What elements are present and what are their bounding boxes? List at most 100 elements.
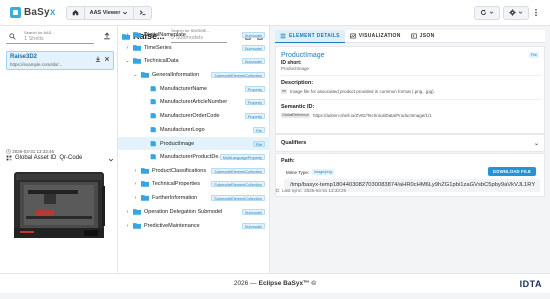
footer-text: 2026 — [233,280,257,287]
tree-row[interactable]: › Operation Delegation Submodel Submodel [118,205,270,218]
basyx-logo: BaSyx [10,7,56,18]
tree-row[interactable]: ManufacturerProductDe... MultiLanguagePro… [118,150,270,163]
tree-row-label: ManufacturerName [160,85,208,92]
chevron-right-icon[interactable]: › [132,168,139,174]
tree-row[interactable]: ManufacturerOrderCode Property [118,109,270,122]
tree-row[interactable]: › DigitalNameplate Submodel [118,28,270,41]
tree-row[interactable]: ⌄ GeneralInformation SubmodelElementCollec… [118,68,270,81]
tab-element-details[interactable]: ELEMENT DETAILS [275,29,345,43]
tree-row-label: TechnicalProperties [152,180,200,187]
folder-icon [133,32,141,38]
path-label: Path: [281,158,295,164]
submodel-tree-pane: Raise... Search for SM/SME... 5 Submodel… [118,26,270,273]
tree-row[interactable]: ManufacturerName Property [118,82,270,95]
tree-row-label: TechnicalData [144,57,179,64]
tree-row-label: FurtherInformation [152,194,198,201]
sync-icon [275,188,280,193]
chevron-right-icon[interactable]: › [124,45,131,51]
tree-row-label: ManufacturerOrderCode [160,112,220,119]
search-icon [9,33,16,40]
chevron-right-icon[interactable]: › [124,209,131,215]
tree-row-label: ManufacturerArticleNumber [160,98,228,105]
download-file-button[interactable]: DOWNLOAD FILE [488,167,536,176]
detail-tabs: ELEMENT DETAILS VISUALIZATION JSON [275,29,545,43]
aas-item-title: Raise3D2 [10,54,38,60]
aas-sidebar: Search for AAS... 1 Shells Raise3D2 http… [0,26,118,295]
element-icon [150,99,156,105]
folder-icon [133,45,141,51]
clock-icon [6,149,11,155]
tree-row[interactable]: › ProductClassifications SubmodelElementCo… [118,164,270,177]
qualifiers-expander[interactable]: Qualifiers ⌄ [275,134,545,152]
terminal-button[interactable] [133,6,151,19]
visualization-icon [350,33,356,39]
download-icon[interactable] [95,56,101,62]
folder-icon [141,181,149,187]
chevron-down-icon [518,11,523,14]
tree-row[interactable]: › TechnicalProperties SubmodelElementColle… [118,177,270,190]
folder-icon [141,72,149,78]
aas-timestamp: 2026-03-31 13:33:46 [6,149,54,155]
element-icon [150,141,156,147]
element-type-badge: Submodel [241,44,265,51]
aas-viewer-dropdown[interactable]: AAS Viewer [83,6,134,19]
list-icon [280,33,286,38]
element-card: ProductImage File ID short: ProductImage… [275,46,545,134]
tree-row[interactable]: ⌄ TechnicalData Submodel [118,54,270,67]
refresh-button[interactable] [474,5,500,20]
tree-row[interactable]: › TimeSeries Submodel [118,41,270,54]
description-text: Image file for associated product provid… [290,89,435,94]
tab-visualization[interactable]: VISUALIZATION [345,30,406,43]
tree-row-label: TimeSeries [144,44,172,51]
tree-row[interactable]: ManufacturerLogo File [118,123,270,136]
chevron-down-icon[interactable]: ⌄ [132,72,139,78]
element-type-badge: File [252,140,265,147]
element-icon [150,86,156,92]
aas-search-input[interactable]: Search for AAS... 1 Shells [6,30,94,44]
chevron-down-icon[interactable] [108,157,114,163]
description-label: Description: [281,80,314,86]
tree-row-label: ProductImage [160,140,195,147]
aas-search-count: 1 Shells [24,36,44,42]
terminal-icon [140,10,146,16]
tree-row[interactable]: › PredictiveMaintenance Submodel [118,219,270,232]
divider [281,75,541,76]
code-icon [410,33,417,39]
aas-search-label: Search for AAS... [24,30,55,35]
element-type-badge: SubmodelElementCollection [211,180,265,187]
divider [281,99,541,100]
more-menu-button[interactable] [532,6,540,20]
tab-json[interactable]: JSON [406,30,440,43]
aas-list-item-selected[interactable]: Raise3D2 https://example.com/ids/... [6,51,114,70]
folder-icon [141,168,149,174]
upload-icon[interactable] [103,32,111,40]
tree-row[interactable]: ProductImage File [118,137,270,150]
reference-type-badge: GlobalReference [281,113,310,119]
asset-thumbnail [6,166,112,246]
language-badge: en [281,89,287,95]
more-vertical-icon [535,8,537,17]
chevron-right-icon[interactable]: › [132,195,139,201]
global-asset-id[interactable]: Global Asset ID Qr-Code [6,155,82,161]
tree-row-label: ManufacturerProductDe... [160,153,223,160]
last-sync: Last sync: 2026-03-31 13:33:29 [275,188,346,193]
element-icon [150,113,156,119]
chevron-down-icon [123,11,128,14]
element-icon [150,127,156,133]
chevron-right-icon[interactable]: › [132,181,139,187]
settings-button[interactable] [503,5,529,20]
element-type-badge: Submodel [241,57,265,64]
chevron-right-icon[interactable]: › [124,32,131,38]
home-button[interactable] [67,7,84,19]
tree-row[interactable]: › FurtherInformation SubmodelElementCollec… [118,191,270,204]
element-title: ProductImage [281,52,325,59]
footer: 2026 — Eclipse BaSyx™ © IDTA [0,273,550,293]
chevron-right-icon[interactable]: › [124,223,131,229]
tree-row[interactable]: ManufacturerArticleNumber Property [118,95,270,108]
aas-item-url: https://example.com/ids/... [10,62,63,67]
description-row: en Image file for associated product prov… [281,89,435,95]
tree-row-label: ProductClassifications [152,167,207,174]
chevron-down-icon[interactable]: ⌄ [124,58,131,64]
chevron-down-icon [489,11,494,14]
close-icon[interactable] [104,56,110,62]
